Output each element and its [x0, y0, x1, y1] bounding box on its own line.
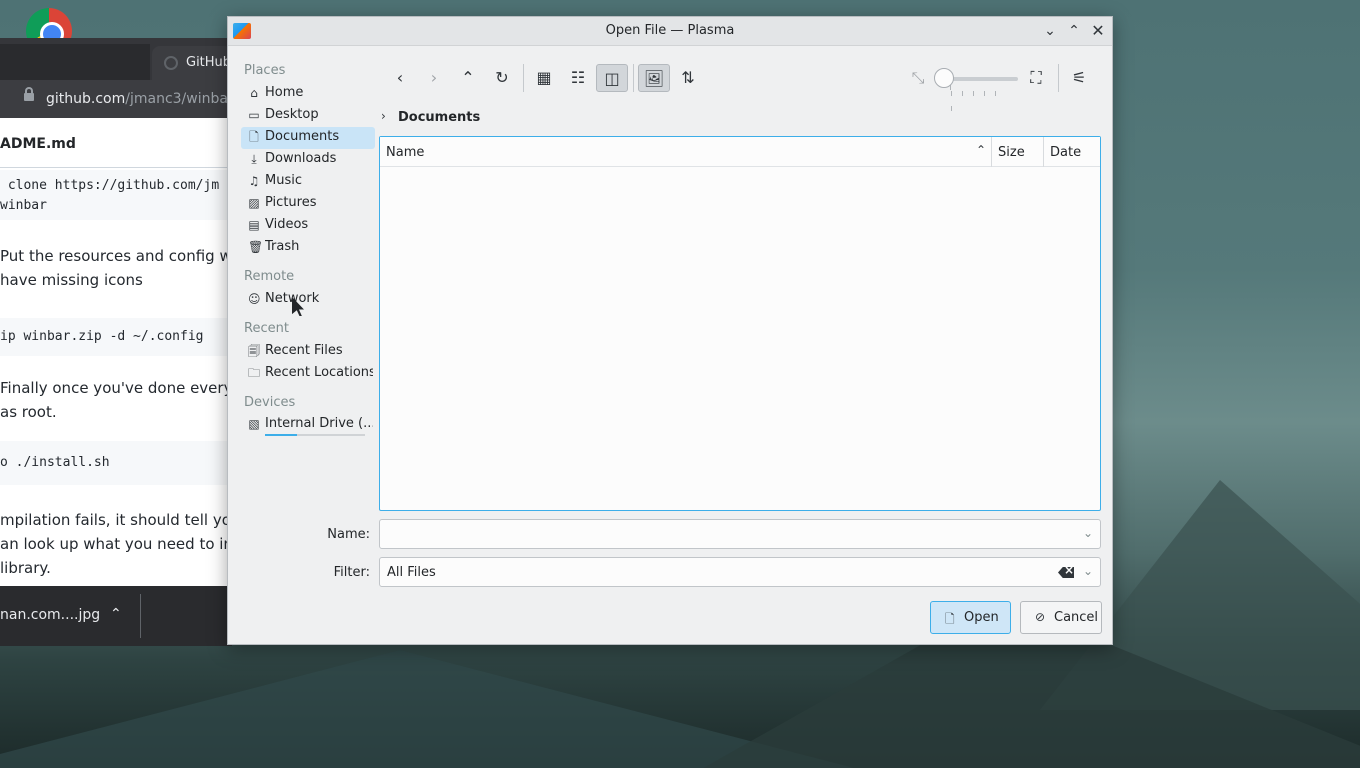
- chevron-down-icon[interactable]: ⌄: [1083, 564, 1093, 578]
- browser-page-content: ADME.md clone https://github.com/jm winb…: [0, 118, 232, 586]
- zoom-in-icon[interactable]: ⛶: [1020, 64, 1052, 92]
- lock-icon: [24, 87, 34, 101]
- cancel-button[interactable]: ⊘ Cancel: [1020, 601, 1102, 634]
- place-item-internal-drive[interactable]: ▧ Internal Drive (...: [241, 414, 375, 440]
- code-block: o ./install.sh: [0, 441, 232, 485]
- drive-capacity-bar: [265, 434, 365, 436]
- toolbar-separator: [633, 64, 634, 92]
- toolbar-separator: [1058, 64, 1059, 92]
- url-host: github.com: [46, 91, 126, 107]
- column-separator[interactable]: [991, 137, 992, 167]
- close-button[interactable]: ✕: [1088, 21, 1108, 41]
- place-item-recent-files[interactable]: 🗐 Recent Files: [241, 341, 375, 363]
- up-button[interactable]: ⌃: [452, 64, 484, 92]
- place-item-music[interactable]: ♫ Music: [241, 171, 375, 193]
- name-field-label: Name:: [327, 527, 370, 542]
- drive-capacity-fill: [265, 434, 297, 436]
- place-item-recent-locations[interactable]: 🗀 Recent Locations: [241, 363, 375, 385]
- maximize-button[interactable]: ⌃: [1064, 21, 1084, 41]
- zoom-out-icon[interactable]: ⤡: [902, 64, 934, 92]
- url-path: /jmanc3/winbar: [125, 91, 232, 107]
- github-favicon-icon: [164, 56, 178, 70]
- toolbar-separator: [523, 64, 524, 92]
- desktop-icon: ▭: [248, 108, 260, 122]
- column-header-date[interactable]: Date: [1050, 145, 1081, 160]
- download-item-name[interactable]: nan.com....jpg: [0, 607, 100, 623]
- drive-icon: ▧: [248, 417, 260, 431]
- pictures-icon: ▨: [248, 196, 260, 210]
- places-section-label: Places: [244, 63, 286, 78]
- place-item-desktop[interactable]: ▭ Desktop: [241, 105, 375, 127]
- file-list-view[interactable]: Name ⌃ Size Date: [379, 136, 1101, 511]
- readme-paragraph: Finally once you've done everyt as root.: [0, 379, 232, 421]
- filter-field[interactable]: All Files ⌄: [379, 557, 1101, 587]
- home-icon: ⌂: [250, 86, 258, 100]
- filter-field-label: Filter:: [333, 565, 370, 580]
- download-bar: nan.com....jpg ⌃: [0, 586, 232, 646]
- document-open-icon: 🗋: [945, 612, 955, 626]
- cancel-icon: ⊘: [1035, 610, 1046, 624]
- open-button[interactable]: 🗋 Open: [930, 601, 1011, 634]
- places-panel: Places ⌂ Home ▭ Desktop 🗋 Documents ⤓ Do…: [238, 57, 376, 457]
- downloads-icon: ⤓: [251, 152, 257, 166]
- music-icon: ♫: [248, 174, 260, 188]
- code-block: clone https://github.com/jm winbar: [0, 170, 232, 220]
- place-item-downloads[interactable]: ⤓ Downloads: [241, 149, 375, 171]
- readme-paragraph: mpilation fails, it should tell you an l…: [0, 511, 232, 577]
- forward-button[interactable]: ›: [418, 64, 450, 92]
- column-header-name[interactable]: Name: [386, 145, 424, 160]
- browser-tab-inactive[interactable]: [0, 44, 150, 80]
- place-item-documents[interactable]: 🗋 Documents: [241, 127, 375, 149]
- browser-tab-github[interactable]: GitHub: [152, 46, 232, 80]
- place-item-videos[interactable]: ▤ Videos: [241, 215, 375, 237]
- dialog-title: Open File — Plasma: [605, 23, 735, 38]
- recent-files-icon: 🗐: [248, 344, 260, 358]
- remote-section-label: Remote: [244, 269, 295, 284]
- compact-view-button[interactable]: ☷: [562, 64, 594, 92]
- options-menu-button[interactable]: ⚟: [1063, 64, 1095, 92]
- readme-paragraph: Put the resources and config wh have mis…: [0, 247, 232, 289]
- breadcrumb-documents[interactable]: Documents: [398, 110, 480, 125]
- zoom-slider-handle[interactable]: [934, 68, 954, 88]
- sort-ascending-icon: ⌃: [976, 143, 987, 157]
- sort-button[interactable]: ⇅: [672, 64, 704, 92]
- preview-toggle-button[interactable]: 🖼: [638, 64, 670, 92]
- trash-icon: 🗑: [248, 240, 264, 254]
- code-block: ip winbar.zip -d ~/.config: [0, 318, 232, 356]
- videos-icon: ▤: [248, 218, 260, 232]
- column-separator[interactable]: [1043, 137, 1044, 167]
- filter-field-value: All Files: [387, 565, 436, 580]
- recent-locations-icon: 🗀: [248, 366, 261, 380]
- file-list-header: Name ⌃ Size Date: [380, 137, 1100, 167]
- devices-section-label: Devices: [244, 395, 296, 410]
- chevron-up-icon[interactable]: ⌃: [110, 606, 122, 622]
- place-item-network[interactable]: ☺ Network: [241, 289, 375, 311]
- column-header-size[interactable]: Size: [998, 145, 1025, 160]
- download-bar-divider: [140, 594, 141, 638]
- detailed-view-button[interactable]: ◫: [596, 64, 628, 92]
- zoom-slider-track[interactable]: [944, 77, 1018, 81]
- dialog-titlebar[interactable]: Open File — Plasma ⌄ ⌃ ✕: [228, 17, 1112, 46]
- open-file-dialog: Open File — Plasma ⌄ ⌃ ✕ Places ⌂ Home ▭…: [227, 16, 1113, 645]
- place-item-trash[interactable]: 🗑 Trash: [241, 237, 375, 259]
- clear-text-icon[interactable]: [1058, 567, 1074, 578]
- place-item-home[interactable]: ⌂ Home: [241, 83, 375, 105]
- browser-tab-label: GitHub: [186, 55, 232, 70]
- network-icon: ☺: [248, 292, 261, 306]
- minimize-button[interactable]: ⌄: [1040, 21, 1060, 41]
- zoom-slider-ticks: [950, 85, 1016, 111]
- place-item-pictures[interactable]: ▨ Pictures: [241, 193, 375, 215]
- icons-view-button[interactable]: ▦: [528, 64, 560, 92]
- recent-section-label: Recent: [244, 321, 289, 336]
- browser-url-bar[interactable]: github.com/jmanc3/winbar: [0, 80, 232, 118]
- chevron-down-icon[interactable]: ⌄: [1083, 526, 1093, 540]
- back-button[interactable]: ‹: [384, 64, 416, 92]
- chevron-right-icon[interactable]: ›: [381, 109, 386, 123]
- browser-tabstrip: GitHub: [0, 38, 232, 80]
- name-field[interactable]: ⌄: [379, 519, 1101, 549]
- browser-window: GitHub github.com/jmanc3/winbar ADME.md …: [0, 38, 232, 586]
- reload-button[interactable]: ↻: [486, 64, 518, 92]
- readme-header[interactable]: ADME.md: [0, 118, 232, 168]
- documents-icon: 🗋: [249, 130, 259, 144]
